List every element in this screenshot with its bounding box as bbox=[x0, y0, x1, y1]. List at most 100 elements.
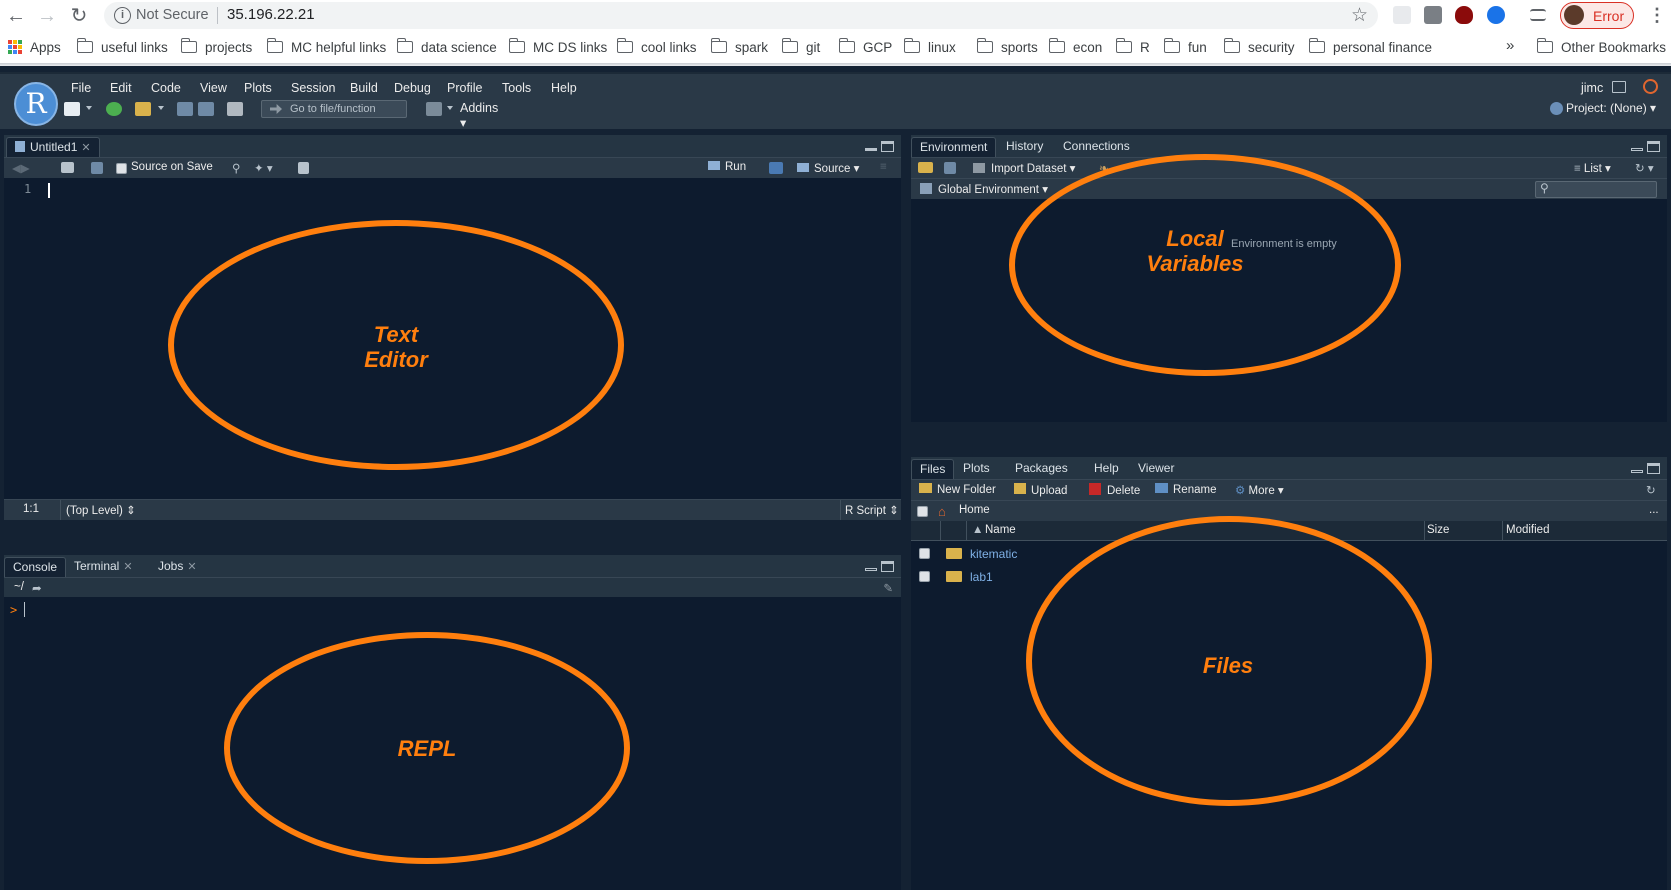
re-run-icon[interactable] bbox=[769, 162, 783, 174]
column-name[interactable]: Name bbox=[985, 524, 1016, 536]
bookmark-folder[interactable]: projects bbox=[180, 37, 252, 57]
tab-viewer[interactable]: Viewer bbox=[1130, 459, 1182, 479]
menu-code[interactable]: Code bbox=[151, 81, 181, 95]
row-checkbox[interactable] bbox=[919, 548, 930, 559]
bookmark-folder[interactable]: R bbox=[1115, 37, 1150, 57]
sign-out-icon[interactable] bbox=[1612, 81, 1626, 93]
bookmark-folder[interactable]: GCP bbox=[838, 37, 892, 57]
view-mode-menu[interactable]: ≡ List ▾ bbox=[1574, 161, 1611, 175]
wand-icon[interactable]: ✦ ▾ bbox=[254, 161, 273, 175]
bookmark-apps[interactable]: Apps bbox=[8, 37, 61, 57]
other-bookmarks[interactable]: Other Bookmarks bbox=[1536, 37, 1666, 57]
rename-button[interactable]: Rename bbox=[1155, 483, 1216, 496]
tab-help[interactable]: Help bbox=[1086, 459, 1127, 479]
close-icon[interactable]: ✕ bbox=[123, 561, 132, 573]
file-name-link[interactable]: kitematic bbox=[970, 547, 1017, 561]
new-project-icon[interactable] bbox=[106, 102, 122, 116]
row-checkbox[interactable] bbox=[919, 571, 930, 582]
tab-files[interactable]: Files bbox=[911, 459, 955, 479]
reload-icon[interactable]: ↻ bbox=[67, 4, 91, 28]
source-button[interactable]: Source ▾ bbox=[797, 161, 859, 175]
more-button[interactable]: ⚙ More ▾ bbox=[1235, 483, 1284, 497]
refresh-icon[interactable]: ↻ ▾ bbox=[1635, 161, 1654, 175]
bookmark-folder[interactable]: personal finance bbox=[1308, 37, 1432, 57]
bookmark-folder[interactable]: linux bbox=[903, 37, 956, 57]
select-all-checkbox[interactable] bbox=[917, 506, 928, 517]
menu-plots[interactable]: Plots bbox=[244, 81, 272, 95]
bookmark-folder[interactable]: useful links bbox=[76, 37, 168, 57]
tab-environment[interactable]: Environment bbox=[911, 137, 997, 157]
tab-packages[interactable]: Packages bbox=[1007, 459, 1076, 479]
tab-console[interactable]: Console bbox=[4, 557, 67, 577]
bookmark-folder[interactable]: econ bbox=[1048, 37, 1102, 57]
bookmark-folder[interactable]: MC helpful links bbox=[266, 37, 386, 57]
profile-button[interactable]: Error bbox=[1560, 2, 1634, 29]
bookmark-folder[interactable]: fun bbox=[1163, 37, 1207, 57]
horizontal-splitter[interactable] bbox=[911, 422, 1667, 457]
password-manager-icon[interactable] bbox=[1487, 6, 1505, 24]
go-to-file-input[interactable]: Go to file/function bbox=[261, 100, 407, 118]
nav-arrows-icon[interactable]: ◀▶ bbox=[12, 161, 30, 175]
power-icon[interactable] bbox=[1643, 79, 1658, 94]
file-name-link[interactable]: lab1 bbox=[970, 570, 993, 584]
bookmark-folder[interactable]: spark bbox=[710, 37, 768, 57]
menu-debug[interactable]: Debug bbox=[394, 81, 431, 95]
save-icon[interactable] bbox=[177, 102, 193, 116]
global-environment-menu[interactable]: Global Environment ▾ bbox=[920, 182, 1048, 196]
horizontal-splitter[interactable] bbox=[4, 520, 901, 555]
tab-untitled1[interactable]: Untitled1 ✕ bbox=[6, 137, 100, 157]
close-icon[interactable]: ✕ bbox=[187, 561, 196, 573]
upload-button[interactable]: Upload bbox=[1014, 483, 1067, 497]
run-button[interactable]: Run bbox=[708, 161, 746, 173]
tab-terminal[interactable]: Terminal ✕ bbox=[66, 557, 141, 577]
more-vertical-icon[interactable]: ⋮ bbox=[1648, 5, 1666, 26]
bookmark-folder[interactable]: sports bbox=[976, 37, 1038, 57]
omnibox[interactable]: i Not Secure 35.196.22.21 ☆ bbox=[104, 2, 1378, 29]
source-on-save-checkbox[interactable] bbox=[116, 163, 127, 174]
import-dataset-button[interactable]: Import Dataset ▾ bbox=[973, 161, 1075, 175]
bookmark-folder[interactable]: MC DS links bbox=[508, 37, 607, 57]
project-menu[interactable]: Project: (None) ▾ bbox=[1566, 101, 1656, 115]
caret-down-icon[interactable] bbox=[86, 106, 92, 110]
print-icon[interactable] bbox=[227, 102, 243, 116]
bookmark-folder[interactable]: security bbox=[1223, 37, 1295, 57]
back-arrow-icon[interactable]: ← bbox=[4, 4, 28, 28]
search-icon[interactable]: ⚲ bbox=[232, 161, 240, 175]
home-icon[interactable]: ⌂ bbox=[938, 504, 946, 519]
menu-file[interactable]: File bbox=[71, 81, 91, 95]
menu-help[interactable]: Help bbox=[551, 81, 577, 95]
tab-history[interactable]: History bbox=[998, 137, 1051, 157]
star-icon[interactable]: ☆ bbox=[1351, 4, 1368, 27]
url-host[interactable]: 35.196.22.21 bbox=[227, 6, 315, 23]
info-icon[interactable]: i bbox=[114, 7, 131, 24]
open-file-icon[interactable] bbox=[135, 102, 151, 116]
load-workspace-icon[interactable] bbox=[918, 162, 933, 173]
ublock-icon[interactable] bbox=[1455, 6, 1473, 24]
media-icon[interactable] bbox=[1530, 9, 1546, 21]
tab-connections[interactable]: Connections bbox=[1055, 137, 1138, 157]
refresh-icon[interactable]: ↻ bbox=[1646, 483, 1656, 497]
scope-selector[interactable]: (Top Level) ⇕ bbox=[66, 503, 136, 517]
more-path-icon[interactable]: ... bbox=[1649, 504, 1659, 516]
new-file-icon[interactable] bbox=[64, 102, 80, 116]
menu-profile[interactable]: Profile bbox=[447, 81, 482, 95]
workspace-panes-icon[interactable] bbox=[426, 102, 442, 116]
environment-search-input[interactable]: ⚲ bbox=[1535, 181, 1657, 198]
delete-button[interactable]: Delete bbox=[1089, 483, 1140, 497]
save-all-icon[interactable] bbox=[198, 102, 214, 116]
pane-minmax[interactable] bbox=[865, 141, 895, 153]
working-directory[interactable]: ~/ bbox=[14, 581, 24, 593]
caret-down-icon[interactable] bbox=[158, 106, 164, 110]
file-type-selector[interactable]: R Script ⇕ bbox=[845, 503, 899, 517]
goto-directory-icon[interactable]: ➦ bbox=[32, 581, 42, 595]
bookmark-folder[interactable]: cool links bbox=[616, 37, 697, 57]
column-modified[interactable]: Modified bbox=[1506, 524, 1549, 536]
compile-report-icon[interactable] bbox=[298, 162, 309, 174]
document-outline-icon[interactable]: ≡ bbox=[880, 161, 887, 173]
column-size[interactable]: Size bbox=[1427, 524, 1449, 536]
pane-minmax[interactable] bbox=[1631, 141, 1661, 153]
close-icon[interactable]: ✕ bbox=[81, 142, 90, 154]
show-in-window-icon[interactable] bbox=[61, 162, 74, 173]
bookmarks-overflow-icon[interactable]: » bbox=[1506, 37, 1514, 54]
sort-ascending-icon[interactable]: ▲ bbox=[972, 524, 983, 536]
